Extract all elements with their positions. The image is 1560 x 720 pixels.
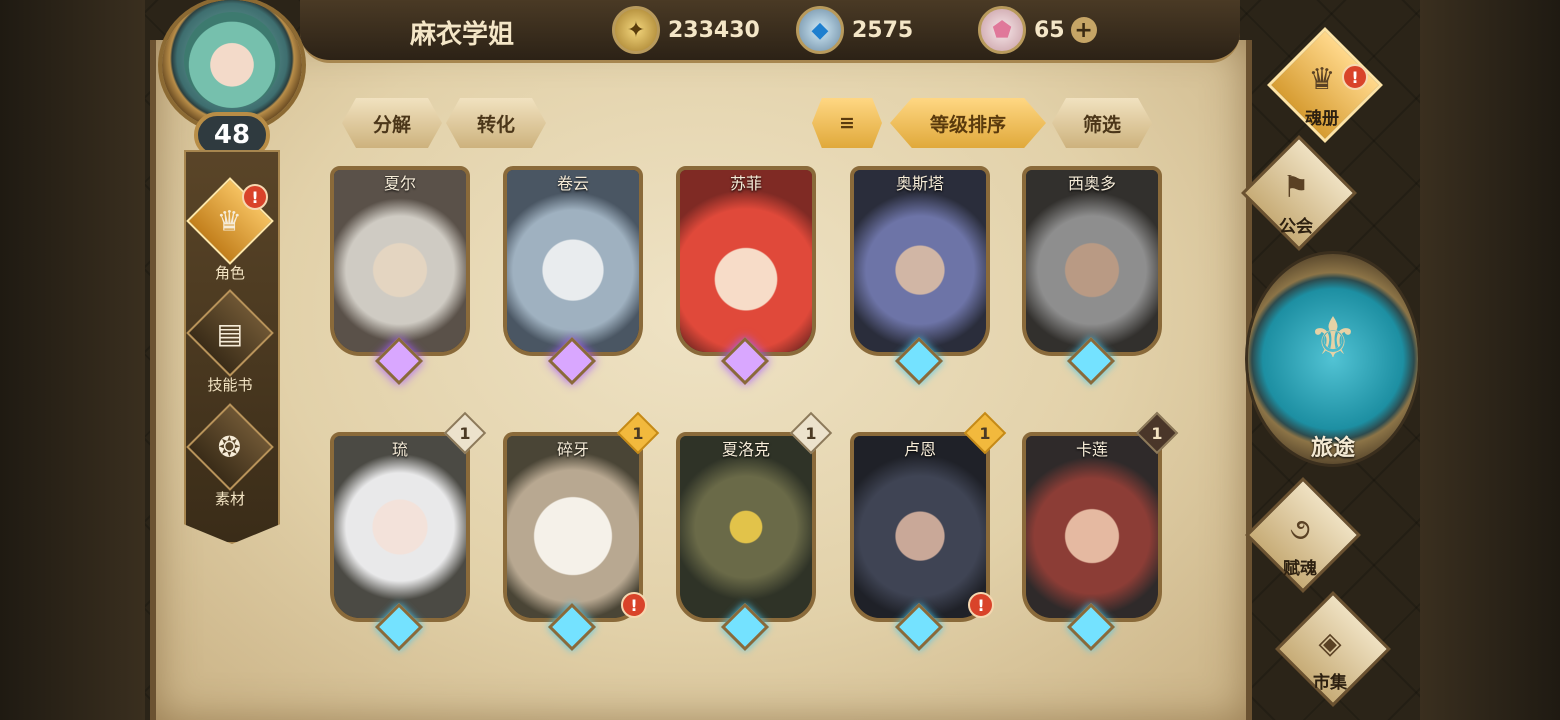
diamond-icon: ◈ [1318,626,1342,661]
helmet-icon: ♛ [217,204,243,238]
book-icon: ▤ [216,316,244,350]
alert-icon: ! [968,592,994,618]
beast-icon: ❂ [218,430,242,464]
left-border-pattern [0,0,145,720]
hero-card-luen[interactable]: 卢恩 1 ! [850,411,1007,652]
portrait [680,170,812,352]
hero-card-xialuoke[interactable]: 夏洛克 1 [676,411,833,652]
gold-currency[interactable]: ✦ 233430 [612,6,760,54]
sort-lines-icon: ≡ [839,112,855,134]
portrait [1026,170,1158,352]
nav-label: 素材 [214,490,245,508]
hero-name: 琉 [391,440,408,459]
crystal-value: 2575 [852,17,914,43]
player-avatar-frame[interactable]: 48 [150,0,320,160]
endow-soul-button[interactable]: ૭ 赋魂 [1240,477,1361,594]
portrait [854,170,986,352]
sort-by-level-button[interactable]: 等级排序 [890,98,1046,148]
gem-value: 65 [1034,17,1065,43]
hero-name: 卢恩 [903,440,936,459]
hero-card-liu[interactable]: 琉 1 [330,411,487,652]
journey-crest-icon: ⚜ [1307,306,1359,371]
hero-name: 奥斯塔 [895,174,944,193]
nav-item-materials[interactable]: ❂ 素材 [184,403,276,520]
crystal-currency[interactable]: ◆ 2575 [796,6,913,54]
hero-card-kalian[interactable]: 卡莲 1 [1022,411,1179,652]
swirl-icon: ૭ [1289,512,1311,547]
hero-name: 夏洛克 [721,440,770,459]
portrait [1026,436,1158,618]
portrait [854,436,986,618]
crystal-icon: ◆ [796,6,844,54]
gem-currency[interactable]: ⬟ 65 + [978,6,1097,54]
portrait [507,170,639,352]
gold-value: 233430 [668,17,760,43]
alert-icon: ! [1342,64,1368,90]
player-name: 麻衣学姐 [410,20,515,50]
hero-name: 西奥多 [1067,174,1116,193]
hero-card-sufei[interactable]: 苏菲 [676,166,816,386]
add-gem-button[interactable]: + [1070,17,1097,43]
guild-banner-icon: ⚑ [1282,170,1310,205]
decompose-button[interactable]: 分解 [342,98,442,148]
nav-item-skill-book[interactable]: ▤ 技能书 [184,289,276,406]
avatar [184,12,280,108]
hero-card-juanyun[interactable]: 卷云 [503,166,643,386]
nav-label: 角色 [214,264,245,282]
soul-book-button[interactable]: ♛ 魂册 ! [1262,27,1383,144]
alert-icon: ! [621,592,647,618]
hero-name: 卷云 [556,174,589,193]
portrait [680,436,812,618]
sort-order-button[interactable]: ≡ [812,98,882,148]
hero-card-suiya[interactable]: 碎牙 1 ! [503,411,660,652]
hero-card-xiaer[interactable]: 夏尔 [330,166,470,386]
nav-label: 技能书 [207,376,253,394]
hero-name: 苏菲 [729,174,762,193]
filter-button[interactable]: 筛选 [1052,98,1152,148]
portrait [334,170,466,352]
hero-card-xiaoduo[interactable]: 西奥多 [1022,166,1162,386]
journey-button[interactable]: ⚜ 旅途 [1248,234,1418,474]
right-border-pattern [1420,0,1560,720]
hero-name: 夏尔 [383,174,416,193]
market-button[interactable]: ◈ 市集 [1270,591,1391,708]
portrait [507,436,639,618]
nav-item-character[interactable]: ♛ 角色 ! [184,177,276,294]
convert-button[interactable]: 转化 [446,98,546,148]
hero-name: 碎牙 [556,440,589,459]
gem-icon: ⬟ [978,6,1026,54]
portrait [334,436,466,618]
hero-card-aosita[interactable]: 奥斯塔 [850,166,990,386]
alert-icon: ! [242,184,268,210]
gold-coin-icon: ✦ [612,6,660,54]
hero-name: 卡莲 [1075,440,1108,459]
